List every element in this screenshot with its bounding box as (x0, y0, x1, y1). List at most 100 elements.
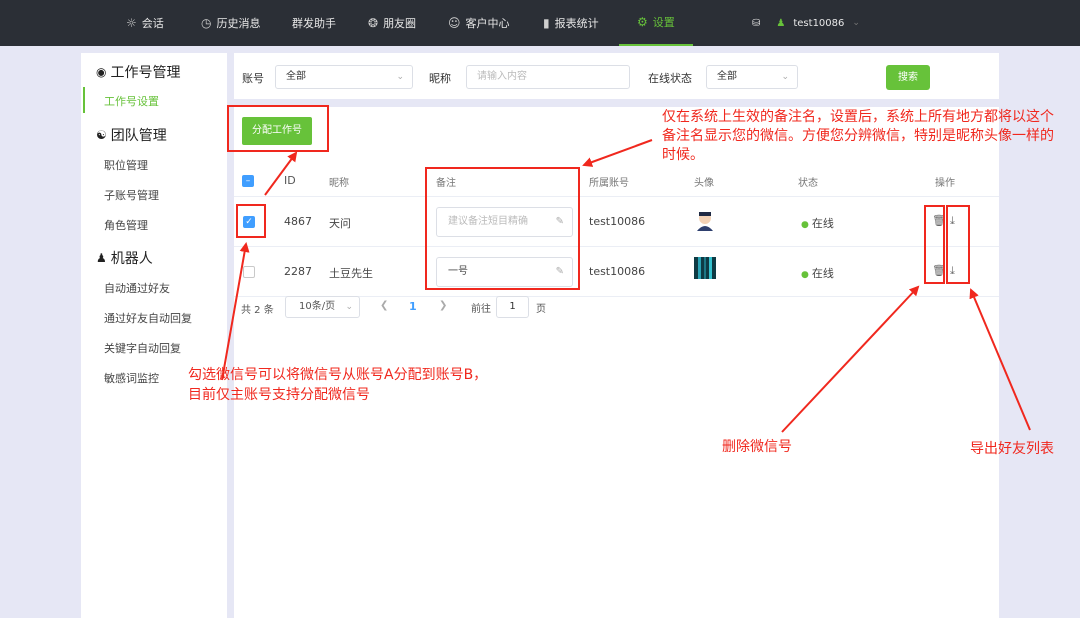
annotation-checkbox-explain-1: 勾选微信号可以将微信号从账号A分配到账号B， (188, 367, 488, 383)
row-account: test10086 (589, 265, 646, 278)
search-button[interactable]: 搜索 (886, 65, 930, 90)
goto-page-input[interactable]: 1 (496, 296, 529, 318)
chevron-down-icon: ⌄ (852, 18, 860, 28)
nav-label: 客户中心 (465, 17, 510, 30)
online-dot-icon: ● (801, 220, 809, 230)
status-select-value: 全部 (717, 71, 737, 82)
page-suffix: 页 (536, 304, 546, 315)
row-nickname: 天问 (329, 217, 351, 230)
sidebar-item-sensitive-words[interactable]: 敏感词监控 (104, 370, 159, 386)
nav-reports[interactable]: ▮ 报表统计 (543, 0, 599, 46)
avatar (694, 257, 716, 279)
col-id: ID (284, 174, 296, 187)
team-icon: ☯ (96, 128, 107, 142)
goto-label: 前往 (471, 304, 491, 315)
col-avatar: 头像 (694, 178, 714, 189)
chat-icon: ☼ (126, 16, 137, 30)
sidebar-group-label: 机器人 (110, 251, 153, 267)
database-icon: ⛁ (752, 17, 761, 29)
sidebar-item-auto-accept[interactable]: 自动通过好友 (104, 280, 170, 296)
prev-page-icon[interactable]: ❮ (380, 300, 388, 311)
row-status: ● 在线 (801, 215, 834, 231)
note-value: 一号 (448, 266, 468, 277)
active-indicator (83, 87, 85, 113)
next-page-icon[interactable]: ❯ (439, 300, 447, 311)
page-size-select[interactable]: 10条/页 ⌄ (285, 296, 360, 318)
row-checkbox[interactable]: ✓ (243, 216, 255, 228)
col-status: 状态 (798, 178, 818, 189)
aperture-icon: ❂ (368, 16, 379, 30)
col-actions: 操作 (935, 178, 955, 189)
nav-chat[interactable]: ☼ 会话 (126, 0, 164, 46)
delete-icon[interactable]: 🗑 (932, 264, 946, 277)
row-account: test10086 (589, 215, 646, 228)
sidebar-item-roles[interactable]: 角色管理 (104, 217, 148, 233)
bar-chart-icon: ▮ (543, 16, 550, 30)
annotation-export-label: 导出好友列表 (970, 441, 1054, 457)
annotation-checkbox-explain-2: 目前仅主账号支持分配微信号 (188, 387, 370, 403)
avatar (697, 212, 713, 231)
nav-label: 设置 (652, 16, 675, 29)
status-select[interactable]: 全部 ⌄ (706, 65, 798, 89)
sidebar-group-robot[interactable]: ♟ 机器人 (96, 248, 153, 268)
current-page[interactable]: 1 (409, 300, 417, 313)
nav-label: 历史消息 (216, 17, 261, 30)
row-checkbox[interactable] (243, 266, 255, 278)
nickname-filter-label: 昵称 (429, 72, 451, 85)
chevron-down-icon: ⌄ (345, 302, 353, 312)
account-filter-label: 账号 (242, 72, 264, 85)
sidebar-item-accept-reply[interactable]: 通过好友自动回复 (104, 310, 192, 326)
edit-icon: ✎ (555, 216, 564, 227)
col-account: 所属账号 (589, 178, 629, 189)
nav-moments[interactable]: ❂ 朋友圈 (368, 0, 416, 46)
sidebar-group-team[interactable]: ☯ 团队管理 (96, 125, 167, 145)
nav-history[interactable]: ◷ 历史消息 (201, 0, 260, 46)
download-icon[interactable]: ⤓ (950, 264, 955, 278)
row-nickname: 土豆先生 (329, 267, 373, 280)
nav-broadcast[interactable]: 群发助手 (292, 0, 336, 46)
status-text: 在线 (811, 217, 834, 230)
wechat-icon: ◉ (96, 65, 107, 79)
sidebar-item-keyword-reply[interactable]: 关键字自动回复 (104, 340, 181, 356)
note-input[interactable]: 建议备注短目精确 ✎ (436, 207, 573, 237)
user-menu[interactable]: ⛁ ♟ test10086 ⌄ (752, 0, 860, 46)
person-icon: ☺ (448, 16, 461, 30)
select-all-checkbox[interactable]: – (242, 175, 254, 187)
nav-settings[interactable]: ⚙ 设置 (619, 0, 693, 46)
sidebar-group-workaccount[interactable]: ◉ 工作号管理 (96, 62, 180, 82)
download-icon[interactable]: ⤓ (950, 214, 955, 228)
delete-icon[interactable]: 🗑 (932, 214, 946, 227)
sidebar-item-subaccounts[interactable]: 子账号管理 (104, 187, 159, 203)
sidebar: ◉ 工作号管理 工作号设置 ☯ 团队管理 职位管理 子账号管理 角色管理 ♟ 机… (81, 53, 227, 618)
nav-label: 群发助手 (292, 17, 336, 30)
assign-account-button[interactable]: 分配工作号 (242, 117, 312, 145)
top-nav: ☼ 会话 ◷ 历史消息 群发助手 ❂ 朋友圈 ☺ 客户中心 ▮ 报表统计 ⚙ 设… (0, 0, 1080, 46)
status-filter-label: 在线状态 (648, 72, 692, 85)
clock-icon: ◷ (201, 16, 212, 30)
robot-icon: ♟ (96, 251, 107, 265)
sidebar-item-workaccount-settings[interactable]: 工作号设置 (104, 93, 159, 109)
account-select[interactable]: 全部 ⌄ (275, 65, 413, 89)
nav-label: 朋友圈 (383, 17, 417, 30)
nickname-input[interactable]: 请输入内容 (466, 65, 630, 89)
status-text: 在线 (811, 267, 834, 280)
chevron-down-icon: ⌄ (396, 72, 404, 82)
sidebar-item-positions[interactable]: 职位管理 (104, 157, 148, 173)
page-size-value: 10条/页 (299, 301, 336, 312)
note-placeholder: 建议备注短目精确 (448, 216, 528, 227)
table-header: – ID 昵称 备注 所属账号 头像 状态 操作 (234, 165, 999, 197)
nav-label: 会话 (141, 17, 164, 30)
note-input[interactable]: 一号 ✎ (436, 257, 573, 287)
pagination-total: 共 2 条 (241, 304, 274, 316)
row-id: 2287 (284, 265, 312, 278)
username: test10086 (793, 17, 845, 29)
row-status: ● 在线 (801, 265, 834, 281)
table-row: 2287 土豆先生 一号 ✎ test10086 ● 在线 🗑 ⤓ (234, 247, 999, 297)
col-nickname: 昵称 (329, 178, 349, 189)
nav-customers[interactable]: ☺ 客户中心 (448, 0, 510, 46)
sidebar-group-label: 团队管理 (110, 128, 167, 144)
account-select-value: 全部 (286, 71, 306, 82)
gear-icon: ⚙ (637, 15, 648, 29)
online-dot-icon: ● (801, 270, 809, 280)
table-row: ✓ 4867 天问 建议备注短目精确 ✎ test10086 ● 在线 🗑 ⤓ (234, 197, 999, 247)
